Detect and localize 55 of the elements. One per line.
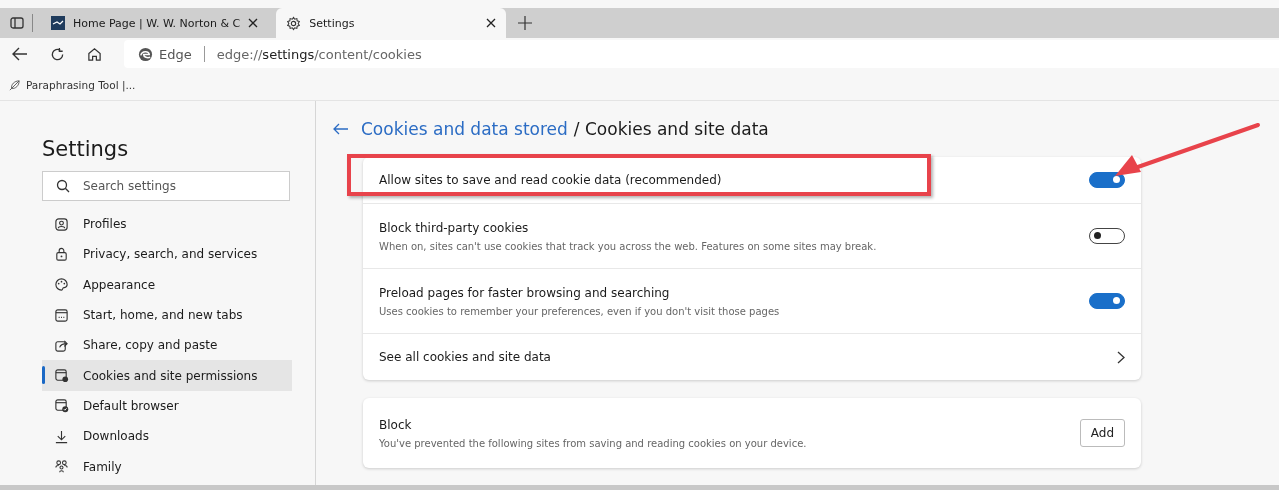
setting-title: See all cookies and site data — [379, 350, 551, 364]
sidebar-item[interactable]: Appearance — [42, 269, 292, 300]
setting-title: Preload pages for faster browsing and searching — [379, 285, 671, 300]
family-icon — [54, 459, 69, 474]
tab-title: Settings — [309, 16, 356, 30]
cookies-icon — [54, 368, 69, 384]
home-icon[interactable] — [87, 46, 102, 62]
download-icon — [54, 428, 69, 444]
tab-actions-icon[interactable] — [10, 16, 24, 30]
block-description: You've prevented the following sites from saving and reading cookies on your device. — [379, 437, 807, 449]
toggle-switch[interactable] — [1089, 293, 1125, 309]
browser-tab[interactable]: Settings — [276, 8, 507, 38]
site-logo-icon — [51, 16, 65, 30]
sidebar-title: Settings — [42, 137, 130, 161]
site-label: Edge — [159, 46, 192, 62]
tab-title: Home Page | W. W. Norton & C — [73, 16, 241, 30]
edge-logo-icon — [138, 46, 153, 62]
close-icon[interactable] — [486, 18, 497, 28]
search-icon — [56, 179, 70, 193]
address-bar[interactable]: Edge edge://settings/content/cookies — [124, 40, 1279, 68]
url-text: edge://settings/content/cookies — [216, 46, 422, 62]
page-title: / Cookies and site data — [573, 119, 769, 139]
back-arrow-icon[interactable] — [333, 123, 349, 135]
feather-icon — [8, 78, 21, 92]
palette-icon — [54, 277, 69, 293]
sidebar-item[interactable]: Default browser — [42, 390, 292, 422]
sidebar-item[interactable]: Profiles — [42, 209, 292, 240]
sidebar-item[interactable]: Cookies and site permissions — [42, 360, 292, 391]
block-title: Block — [379, 417, 413, 432]
bookmark[interactable]: Paraphrasing Tool |... — [8, 78, 136, 92]
sidebar-item[interactable]: Family — [42, 451, 292, 482]
sidebar-item[interactable]: Start, home, and new tabs — [42, 299, 292, 331]
chevron-right-icon[interactable] — [1117, 350, 1125, 364]
gear-icon — [286, 15, 302, 31]
setting-title: Block third-party cookies — [379, 220, 530, 235]
setting-description: When on, sites can't use cookies that track you across the web. Features on some sites may break. — [379, 240, 877, 252]
sidebar-item[interactable]: Share, copy and paste — [42, 330, 292, 361]
new-tab-icon[interactable] — [518, 16, 533, 30]
profile-icon — [54, 216, 69, 232]
lock-icon — [54, 246, 69, 262]
toggle-switch[interactable] — [1089, 172, 1125, 188]
setting-description: Uses cookies to remember your preferences, even if you don't visit those pages — [379, 305, 780, 317]
refresh-icon[interactable] — [50, 46, 65, 62]
add-button[interactable]: Add — [1079, 419, 1125, 447]
browser-icon — [54, 398, 69, 414]
setting-title: Allow sites to save and read cookie data (recommended) — [379, 173, 722, 187]
breadcrumb-link[interactable]: Cookies and data stored — [361, 119, 568, 139]
close-icon[interactable] — [248, 18, 259, 28]
toggle-switch[interactable] — [1089, 228, 1125, 244]
sidebar-item[interactable]: Privacy, search, and services — [42, 239, 292, 270]
browser-tab[interactable]: Home Page | W. W. Norton & C — [41, 8, 269, 38]
search-field[interactable]: Search settings — [42, 171, 290, 201]
start-icon — [54, 307, 69, 323]
sidebar-item[interactable]: Downloads — [42, 421, 292, 452]
back-icon[interactable] — [12, 47, 28, 61]
